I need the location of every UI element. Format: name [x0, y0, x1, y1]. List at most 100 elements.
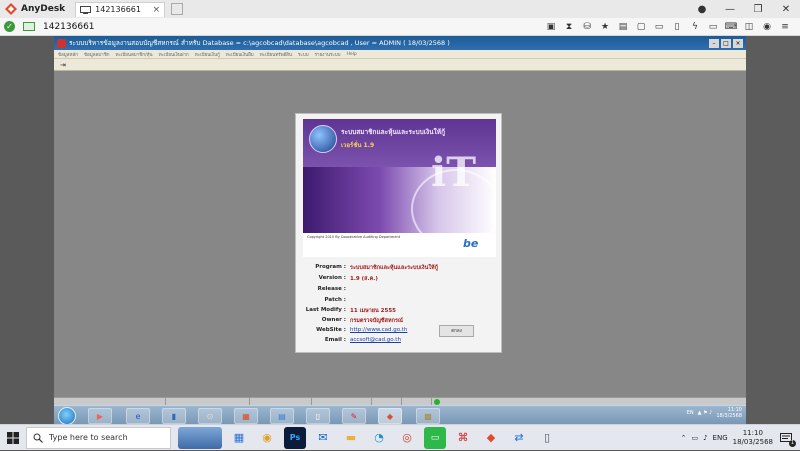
- folder-icon[interactable]: ▮: [162, 408, 186, 424]
- about-dialog: ระบบสมาชิกและหุ้นและระบบเงินให้กู้ เวอร์…: [295, 113, 502, 353]
- office-icon[interactable]: ▦: [234, 408, 258, 424]
- store-icon[interactable]: ▦: [228, 427, 250, 449]
- info-value: 1.9 (ส.ค.): [350, 276, 378, 282]
- app-icon[interactable]: ▩: [416, 408, 440, 424]
- exit-icon[interactable]: ⇥: [60, 61, 66, 69]
- remote-address[interactable]: 142136661: [43, 22, 95, 32]
- remote-clock[interactable]: 11:10 18/3/2568: [716, 407, 742, 419]
- info-label: Version :: [318, 275, 346, 281]
- chrome-alt-icon[interactable]: ◉: [256, 427, 278, 449]
- menu-item[interactable]: ทะเบียนสมาชิก/หุ้น: [115, 51, 152, 58]
- menu-item[interactable]: รายงานระบบ: [315, 51, 341, 58]
- info-label: Last Modify :: [305, 307, 346, 313]
- globe-logo-icon: [309, 125, 337, 153]
- teamviewer-icon[interactable]: ⇄: [508, 427, 530, 449]
- bolt-icon[interactable]: ϟ: [686, 22, 704, 32]
- close-tab-icon[interactable]: ×: [153, 5, 161, 15]
- minimize-button[interactable]: —: [716, 4, 744, 15]
- edge-icon[interactable]: ◔: [368, 427, 390, 449]
- file-icon[interactable]: ▯: [306, 408, 330, 424]
- menu-item[interactable]: ข้อมูลสมาชิก: [84, 51, 110, 58]
- notifications-icon[interactable]: 1: [778, 430, 796, 447]
- menu-item[interactable]: ทะเบียนเงินยืม: [226, 51, 254, 58]
- app-menubar: ข้อมูลหลัก ข้อมูลสมาชิก ทะเบียนสมาชิก/หุ…: [54, 50, 746, 59]
- notification-badge: 1: [789, 439, 796, 447]
- email-link[interactable]: accsoft@cad.go.th: [350, 337, 401, 343]
- clock[interactable]: 11:10 18/03/2568: [733, 429, 773, 447]
- menu-item[interactable]: ทะเบียนเงินฝาก: [159, 51, 189, 58]
- restore-button[interactable]: ❐: [744, 4, 772, 15]
- app-window-controls: – □ ×: [709, 38, 743, 48]
- banner-title: ระบบสมาชิกและหุ้นและระบบเงินให้กู้: [341, 128, 446, 136]
- remote-start-icon[interactable]: [58, 407, 76, 425]
- info-label: Patch :: [324, 297, 346, 303]
- menu-item[interactable]: ข้อมูลหลัก: [58, 51, 78, 58]
- remote-lang[interactable]: EN: [687, 410, 694, 416]
- tray-overflow-icon[interactable]: ⌃: [681, 434, 687, 442]
- banner-version: เวอร์ชั่น 1.9: [341, 142, 375, 149]
- outlook-icon[interactable]: ✉: [312, 427, 334, 449]
- ok-button[interactable]: ตกลง: [439, 325, 474, 337]
- file-explorer-icon[interactable]: ▬: [340, 427, 362, 449]
- app-close-button[interactable]: ×: [733, 38, 743, 48]
- keyboard-layout-icon[interactable]: ⌨: [722, 22, 740, 32]
- news-widget-icon[interactable]: [178, 426, 222, 449]
- anydesk-icon[interactable]: ◆: [378, 408, 402, 424]
- menu-item-help[interactable]: Help: [347, 52, 357, 57]
- language-indicator[interactable]: ENG: [713, 434, 728, 442]
- info-row-last-modify: Last Modify : 11 เมษายน 2555: [296, 307, 503, 317]
- menu-item[interactable]: ระบบ: [298, 51, 309, 58]
- close-button[interactable]: ✕: [772, 4, 800, 15]
- screen-icon[interactable]: ▯: [668, 22, 686, 32]
- line-icon[interactable]: ▭: [424, 426, 446, 449]
- ie-icon[interactable]: e: [126, 408, 150, 424]
- info-row-email: Email : accsoft@cad.go.th: [296, 337, 503, 347]
- keyboard-icon[interactable]: ▢: [632, 22, 650, 32]
- remote-desktop[interactable]: ระบบบริหารข้อมูลงานสอบบัญชีสหกรณ์ สำหรับ…: [54, 36, 746, 425]
- chrome-icon[interactable]: ◎: [396, 427, 418, 449]
- start-button[interactable]: [0, 425, 26, 451]
- app-maximize-button[interactable]: □: [721, 38, 731, 48]
- remote-screen-icon: [23, 22, 35, 31]
- files-icon[interactable]: ▤: [614, 22, 632, 32]
- app-minimize-button[interactable]: –: [709, 38, 719, 48]
- info-value: 11 เมษายน 2555: [350, 308, 396, 314]
- acrobat-icon[interactable]: ⌘: [452, 427, 474, 449]
- website-link[interactable]: http://www.cad.go.th: [350, 327, 407, 333]
- explorer-icon[interactable]: ▤: [270, 408, 294, 424]
- banner-copyright: Copyright 2010 By Cooperative Auditing D…: [307, 235, 401, 239]
- anydesk-toolbar: ✓ 142136661 ▣ ⧗ ⛁ ★ ▤ ▢ ▭ ▯ ϟ ▭ ⌨ ◫ ◉ ≡: [0, 18, 800, 36]
- hourglass-icon[interactable]: ⧗: [560, 22, 578, 32]
- network-icon[interactable]: ⊙: [198, 408, 222, 424]
- new-tab-button[interactable]: [171, 3, 184, 15]
- monitor-icon[interactable]: ▭: [650, 22, 668, 32]
- taskbar-search[interactable]: Type here to search: [26, 426, 171, 449]
- remote-tray-icons[interactable]: ▲ ⚑ ♪: [698, 410, 713, 416]
- anydesk-icon[interactable]: ◆: [480, 427, 502, 449]
- document-icon[interactable]: ▯: [536, 427, 558, 449]
- display-icon[interactable]: ▭: [704, 22, 722, 32]
- database-icon[interactable]: ⛁: [578, 22, 596, 32]
- info-label: WebSite :: [316, 327, 346, 333]
- clock-date: 18/03/2568: [732, 437, 773, 446]
- star-icon[interactable]: ★: [596, 22, 614, 32]
- pdf-icon[interactable]: ✎: [342, 408, 366, 424]
- chat-icon[interactable]: ▣: [542, 22, 560, 32]
- session-tab[interactable]: 142136661 ×: [75, 1, 166, 17]
- app-title: ระบบบริหารข้อมูลงานสอบบัญชีสหกรณ์ สำหรับ…: [69, 39, 450, 47]
- menu-item[interactable]: ทะเบียนทรัพย์สิน: [260, 51, 292, 58]
- menu-item[interactable]: ทะเบียนเงินกู้: [195, 51, 220, 58]
- info-label: Program :: [315, 264, 346, 270]
- app-titlebar: ระบบบริหารข้อมูลงานสอบบัญชีสหกรณ์ สำหรับ…: [54, 36, 746, 50]
- screenshot-icon[interactable]: ◉: [758, 22, 776, 32]
- menu-icon[interactable]: ≡: [776, 22, 794, 32]
- photoshop-icon[interactable]: Ps: [284, 426, 306, 449]
- search-icon: [33, 433, 43, 443]
- volume-icon[interactable]: ♪: [703, 434, 707, 442]
- privacy-icon[interactable]: ◫: [740, 22, 758, 32]
- media-player-icon[interactable]: ▶: [88, 408, 112, 424]
- app-statusbar: [54, 397, 746, 406]
- anydesk-status-icon[interactable]: ●: [688, 4, 716, 15]
- network-icon[interactable]: ▭: [691, 434, 698, 442]
- windows-logo-icon: [7, 431, 19, 444]
